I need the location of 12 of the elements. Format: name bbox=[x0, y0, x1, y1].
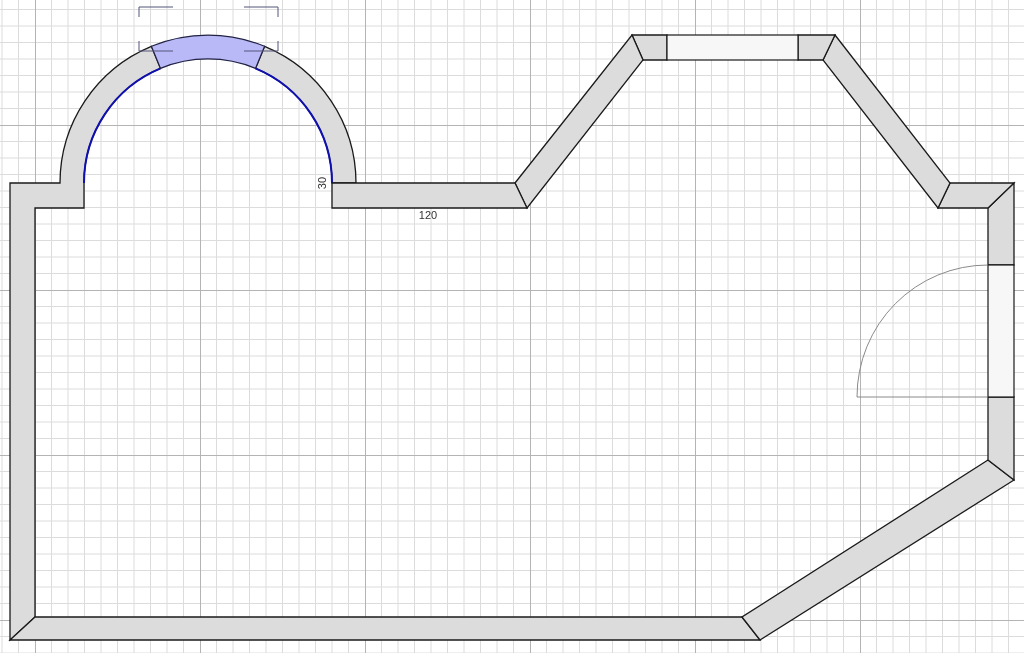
selection-handles[interactable] bbox=[138, 6, 279, 52]
arched-window[interactable] bbox=[150, 34, 266, 69]
dimension-label: 30 bbox=[316, 176, 328, 190]
wall[interactable] bbox=[514, 33, 644, 210]
wall[interactable] bbox=[822, 33, 951, 210]
window[interactable] bbox=[666, 34, 799, 61]
wall[interactable] bbox=[331, 182, 529, 209]
dimension-label: 120 bbox=[418, 209, 438, 221]
wall[interactable] bbox=[936, 182, 1016, 209]
arched-wall[interactable] bbox=[9, 45, 162, 641]
door-opening[interactable] bbox=[987, 264, 1015, 398]
wall[interactable] bbox=[8, 616, 762, 641]
